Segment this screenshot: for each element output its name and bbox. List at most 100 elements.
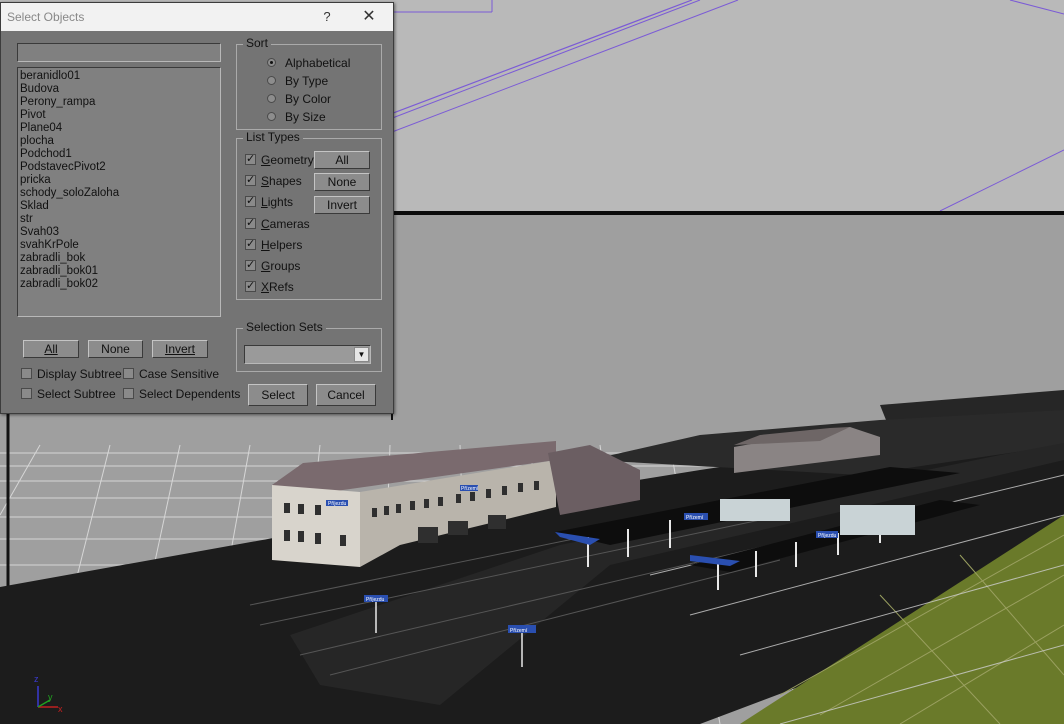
types-none-button[interactable]: None — [314, 173, 370, 191]
radio-button[interactable] — [267, 112, 276, 121]
selection-outline — [939, 149, 1064, 211]
select-objects-dialog: Select Objects ? ✕ beranidlo01 Budova Pero… — [0, 2, 394, 414]
radio-label: Alphabetical — [285, 56, 351, 70]
label-rest: elpers — [269, 237, 303, 252]
sign-text: Přízemí — [686, 515, 704, 521]
close-button[interactable]: ✕ — [357, 6, 381, 28]
radio-label: By Size — [285, 110, 326, 124]
checkbox-label: Cameras — [261, 216, 310, 232]
checkbox-box[interactable] — [245, 237, 256, 251]
list-item[interactable]: str — [20, 213, 218, 226]
dialog-titlebar[interactable]: Select Objects ? ✕ — [1, 3, 393, 31]
label-rest: roups — [270, 259, 301, 273]
list-item[interactable]: zabradli_bok02 — [20, 278, 218, 291]
list-item[interactable]: svahKrPole — [20, 239, 218, 252]
radio-label: By Type — [285, 74, 329, 88]
x-axis-label: x — [58, 704, 63, 714]
list-item[interactable]: Plane04 — [20, 122, 218, 135]
select-button[interactable]: Select — [248, 384, 308, 406]
checkbox-label: Select Subtree — [37, 387, 116, 401]
list-item[interactable]: Svah03 — [20, 226, 218, 239]
label-rest: eometry — [270, 153, 314, 167]
types-all-button[interactable]: All — [314, 151, 370, 169]
help-button[interactable]: ? — [317, 7, 337, 27]
accelerator-key: C — [261, 216, 270, 231]
checkbox-label: Select Dependents — [139, 387, 241, 401]
radio-button[interactable] — [267, 76, 276, 85]
list-none-button[interactable]: None — [88, 340, 143, 358]
list-item[interactable]: plocha — [20, 135, 218, 148]
accelerator-key: G — [261, 259, 271, 273]
checkbox-label: Display Subtree — [37, 367, 122, 381]
checkbox-box[interactable] — [245, 152, 256, 166]
checkbox-box[interactable] — [245, 194, 256, 208]
list-item[interactable]: Perony_rampa — [20, 96, 218, 109]
selection-sets-group: Selection Sets ▼ — [236, 320, 382, 372]
accelerator-key: G — [261, 153, 271, 167]
checkbox-label: Shapes — [261, 173, 302, 189]
waiting-shelter — [720, 499, 790, 521]
y-axis-label: y — [48, 692, 53, 702]
accelerator-key: X — [261, 280, 270, 295]
selection-outline — [1009, 0, 1064, 15]
selection-sets-dropdown[interactable]: ▼ — [244, 345, 371, 364]
checkbox-box[interactable] — [123, 368, 134, 379]
checkbox-box[interactable] — [123, 388, 134, 399]
z-axis-label: z — [34, 674, 39, 684]
radio-label: By Color — [285, 92, 332, 106]
label-rest: Refs — [269, 280, 294, 295]
list-item[interactable]: Podchod1 — [20, 148, 218, 161]
list-item[interactable]: zabradli_bok01 — [20, 265, 218, 278]
sign-text: Příjezdu — [818, 533, 837, 539]
checkbox-box[interactable] — [245, 173, 256, 187]
label-rest: hapes — [269, 174, 302, 189]
checkbox-label: Groups — [261, 258, 300, 274]
list-item[interactable]: pricka — [20, 174, 218, 187]
sign-text: Přízemí — [461, 486, 479, 492]
radio-button[interactable] — [267, 58, 276, 67]
sort-group-label: Sort — [243, 36, 272, 50]
list-item[interactable]: schody_soloZaloha — [20, 187, 218, 200]
checkbox-label: Case Sensitive — [139, 367, 220, 381]
waiting-shelter — [840, 505, 915, 535]
accelerator-key: S — [261, 174, 270, 189]
sign-text: Příjezdu — [328, 501, 347, 507]
label-rest: ameras — [269, 216, 310, 231]
list-item[interactable]: Sklad — [20, 200, 218, 213]
list-types-group: List Types GeometryShapesLightsCamerasHe… — [236, 130, 382, 300]
selection-outline — [381, 0, 701, 123]
axis-gizmo-canvas: z y x — [34, 674, 63, 714]
checkbox-box[interactable] — [245, 258, 256, 272]
object-list[interactable]: beranidlo01 Budova Perony_rampa Pivot Plane0… — [17, 67, 221, 317]
checkbox-label: Helpers — [261, 237, 302, 253]
list-item[interactable]: zabradli_bok — [20, 252, 218, 265]
checkbox-label: XRefs — [261, 279, 294, 295]
checkbox-label: Geometry — [261, 152, 314, 168]
search-input[interactable] — [17, 43, 221, 62]
checkbox-box[interactable] — [21, 388, 32, 399]
checkbox-box[interactable] — [245, 216, 256, 230]
list-item[interactable]: Pivot — [20, 109, 218, 122]
dropdown-arrow-icon[interactable]: ▼ — [354, 347, 369, 362]
list-item[interactable]: PodstavecPivot2 — [20, 161, 218, 174]
checkbox-box[interactable] — [245, 279, 256, 293]
axis-gizmo: z y x — [28, 672, 68, 716]
accelerator-key: H — [261, 237, 270, 252]
list-types-group-label: List Types — [243, 130, 303, 144]
radio-button[interactable] — [267, 94, 276, 103]
label-rest: ights — [267, 195, 294, 210]
station-wall — [272, 485, 360, 567]
accelerator-key: L — [261, 195, 268, 210]
selection-sets-label: Selection Sets — [243, 320, 326, 334]
dialog-title: Select Objects — [7, 10, 85, 24]
list-all-button[interactable]: All — [23, 340, 79, 358]
selection-outline — [391, 0, 739, 133]
checkbox-box[interactable] — [21, 368, 32, 379]
selection-outline — [379, 0, 693, 119]
list-item[interactable]: Budova — [20, 83, 218, 96]
list-invert-button[interactable]: Invert — [152, 340, 208, 358]
list-item[interactable]: beranidlo01 — [20, 70, 218, 83]
sort-group: Sort Alphabetical By Type By Color By Size — [236, 36, 382, 130]
types-invert-button[interactable]: Invert — [314, 196, 370, 214]
cancel-button[interactable]: Cancel — [316, 384, 376, 406]
